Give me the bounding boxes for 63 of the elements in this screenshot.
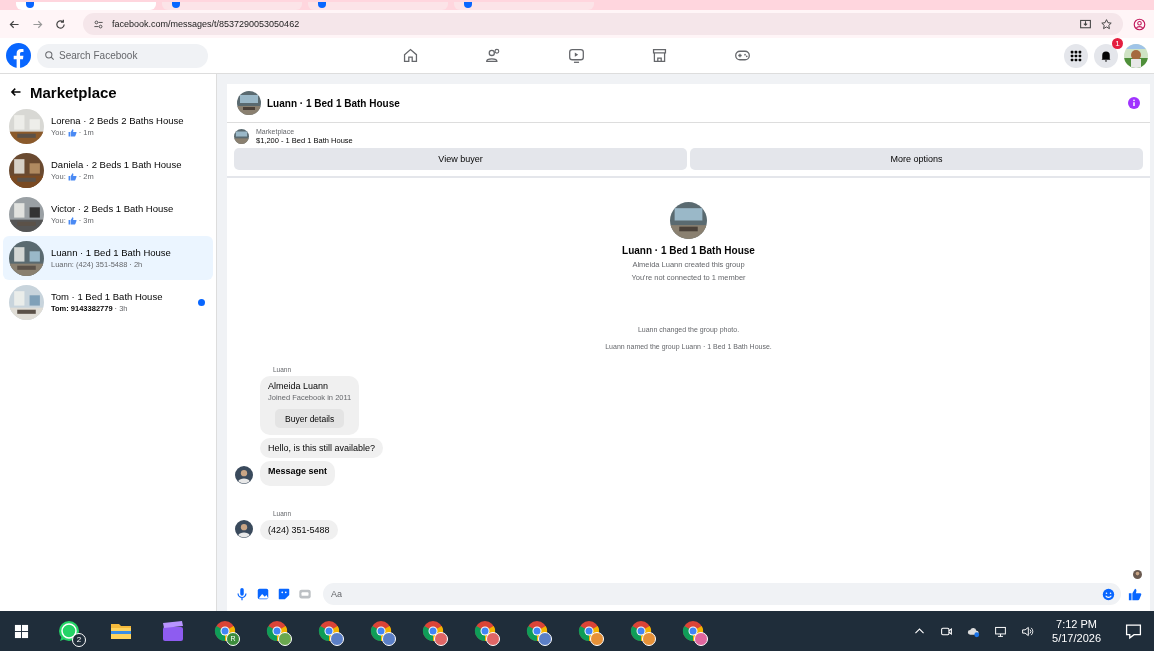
conversation-title: Victor · 2 Beds 1 Bath House	[51, 203, 175, 214]
address-bar[interactable]: facebook.com/messages/t/8537290053050462	[83, 13, 1123, 35]
action-button[interactable]: More options	[690, 148, 1143, 170]
browser-tab[interactable]	[308, 2, 448, 10]
chat-title: Luann · 1 Bed 1 Bath House	[267, 97, 400, 109]
notification-badge: 1	[1112, 37, 1123, 49]
sticker-icon[interactable]	[277, 587, 291, 601]
conversation-title: Daniela · 2 Beds 1 Bath House	[51, 159, 183, 170]
thumbs-up-icon	[67, 172, 77, 181]
install-icon[interactable]	[1079, 17, 1092, 31]
home-icon[interactable]	[402, 47, 419, 64]
action-button[interactable]: View buyer	[234, 148, 687, 170]
video-icon[interactable]	[568, 47, 585, 64]
menu-grid-icon	[1070, 49, 1082, 62]
clock-date: 5/17/2026	[1052, 632, 1101, 644]
photo-icon[interactable]	[256, 587, 270, 601]
marketplace-icon[interactable]	[651, 47, 668, 64]
bell-icon	[1100, 49, 1112, 62]
clock-time: 7:12 PM	[1056, 618, 1097, 630]
buyer-name: Almeida Luann	[268, 381, 330, 391]
clapperboard-icon[interactable]	[161, 619, 185, 643]
friends-icon[interactable]	[485, 47, 502, 64]
star-icon[interactable]	[1100, 17, 1113, 31]
conversation-title: Tom · 1 Bed 1 Bath House	[51, 291, 164, 302]
message-bubble: (424) 351-5488	[260, 520, 338, 540]
back-arrow-icon[interactable]	[10, 86, 22, 98]
info-icon[interactable]	[1128, 97, 1140, 109]
facebook-icon	[172, 2, 180, 8]
unread-badge: 2	[72, 633, 86, 647]
thumbs-up-icon	[67, 216, 77, 225]
profile-icon[interactable]	[1133, 17, 1146, 31]
browser-tab[interactable]	[16, 2, 156, 10]
thumbs-up-icon[interactable]	[1128, 587, 1142, 601]
facebook-icon	[26, 2, 34, 8]
windows-start-icon[interactable]	[14, 623, 29, 639]
conversation-title: Luann · 1 Bed 1 Bath House	[51, 247, 172, 258]
reload-icon[interactable]	[54, 17, 67, 31]
message-bubble: Message sent	[260, 461, 336, 486]
sidebar-title: Marketplace	[30, 83, 117, 101]
network-icon[interactable]	[994, 624, 1008, 638]
search-field[interactable]: Search Facebook	[37, 43, 208, 68]
notification-center-icon[interactable]	[1125, 622, 1142, 640]
microphone-icon[interactable]	[235, 587, 249, 601]
site-settings-icon[interactable]	[93, 18, 104, 30]
conversation-title: Lorena · 2 Beds 2 Baths House	[51, 115, 185, 126]
message-bubble: Hello, is this still available?	[260, 438, 384, 458]
group-name: Luann · 1 Bed 1 Bath House	[622, 245, 755, 256]
buyer-details-button[interactable]: Buyer details	[275, 409, 345, 428]
browser-tab[interactable]	[162, 2, 302, 10]
facebook-icon	[464, 2, 472, 8]
facebook-logo[interactable]	[6, 43, 31, 68]
notifications-button[interactable]	[1094, 43, 1118, 68]
chat-app-icon[interactable]	[57, 619, 81, 643]
menu-button[interactable]	[1064, 43, 1088, 68]
message-field[interactable]: Aa	[323, 583, 1121, 605]
unread-dot	[198, 298, 205, 306]
emoji-icon[interactable]	[1102, 587, 1115, 601]
search-icon	[44, 50, 55, 61]
read-receipt-icon	[1133, 570, 1142, 579]
thumbs-up-icon	[67, 128, 77, 137]
volume-icon[interactable]	[1021, 624, 1035, 638]
facebook-icon	[318, 2, 326, 8]
browser-tab[interactable]	[454, 2, 594, 10]
